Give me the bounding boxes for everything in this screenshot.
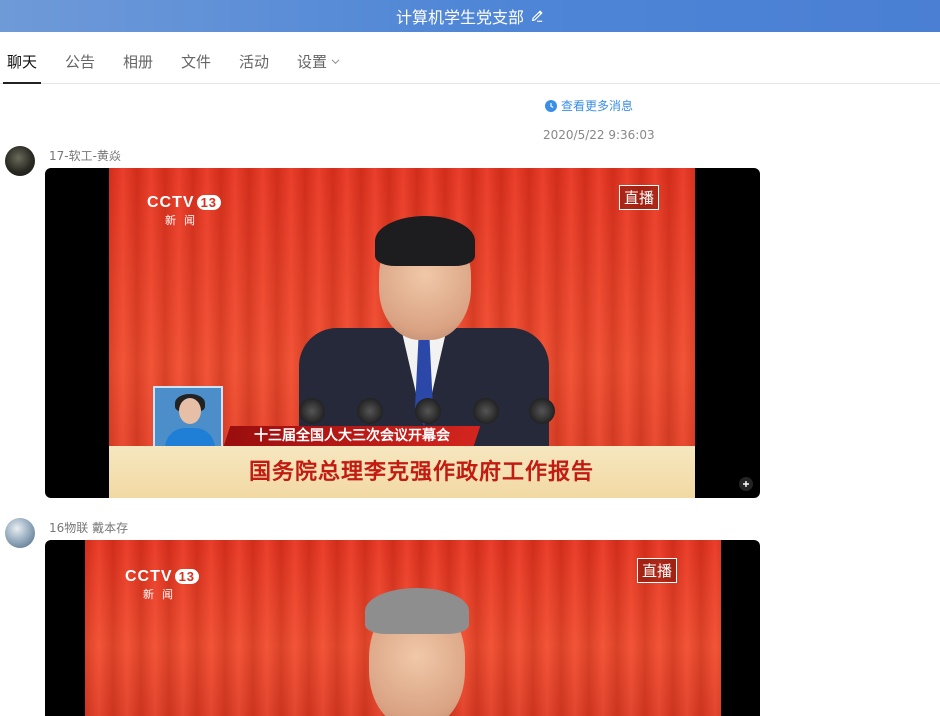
sender-name[interactable]: 17-软工-黄焱	[49, 147, 121, 164]
tab-announcements[interactable]: 公告	[65, 32, 95, 84]
avatar[interactable]	[5, 518, 35, 548]
group-title: 计算机学生党支部	[395, 8, 524, 27]
news-caption: 十三届全国人大三次会议开幕会 国务院总理李克强作政府工作报告	[109, 426, 695, 498]
pencil-icon[interactable]	[530, 9, 544, 23]
tab-activities[interactable]: 活动	[239, 32, 269, 84]
live-badge: 直播	[619, 185, 660, 210]
video-message[interactable]: CCTV 13 新闻 直播	[45, 540, 760, 716]
view-more-messages-link[interactable]: 查看更多消息	[545, 97, 633, 114]
live-badge: 直播	[637, 558, 678, 583]
message-timestamp: 2020/5/22 9:36:03	[543, 128, 655, 142]
expand-icon[interactable]	[738, 476, 754, 492]
clock-icon	[545, 99, 557, 112]
caption-top: 十三届全国人大三次会议开幕会	[254, 428, 450, 444]
speaker	[335, 580, 495, 716]
tab-files[interactable]: 文件	[181, 32, 211, 84]
tab-chat[interactable]: 聊天	[2, 32, 42, 84]
tab-bar: 聊天 公告 相册 文件 活动 设置	[0, 32, 940, 84]
avatar[interactable]	[5, 146, 35, 176]
title-bar: 计算机学生党支部	[0, 0, 940, 32]
tab-settings[interactable]: 设置	[297, 32, 340, 84]
video-message[interactable]: CCTV 13 新闻 直播 十三届全国人大三次会议开幕会 国务院总理李克强作政府工…	[45, 168, 760, 498]
cctv-logo: CCTV 13 新闻	[147, 194, 222, 228]
chevron-down-icon	[331, 59, 340, 65]
sender-name[interactable]: 16物联 戴本存	[49, 519, 128, 536]
tab-album[interactable]: 相册	[123, 32, 153, 84]
cctv-logo: CCTV 13 新闻	[125, 568, 200, 602]
caption-main: 国务院总理李克强作政府工作报告	[249, 460, 595, 485]
video-frame: CCTV 13 新闻 直播	[85, 540, 721, 716]
